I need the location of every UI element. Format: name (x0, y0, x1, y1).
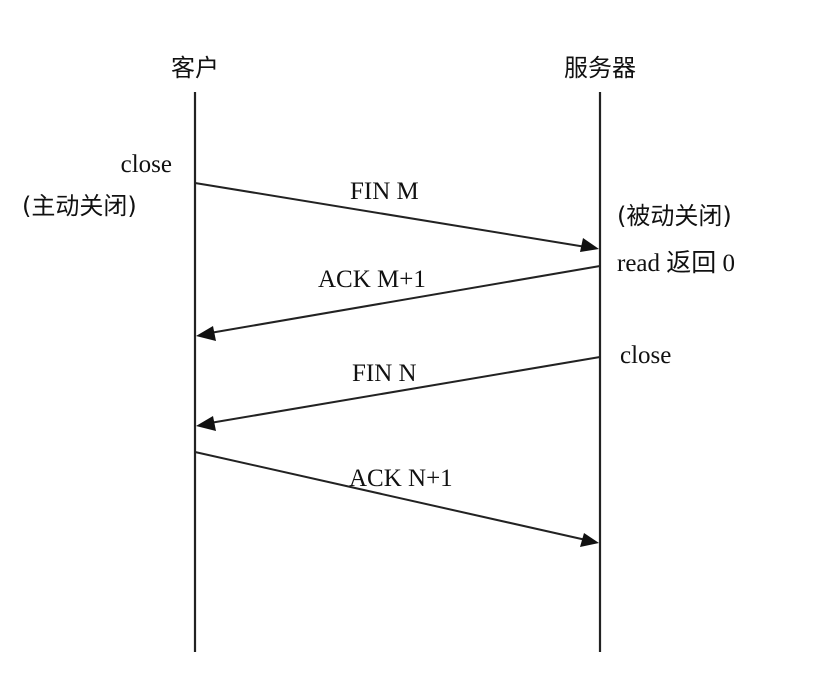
client-participant-label: 客户 (171, 54, 219, 82)
arrow-right-icon (580, 533, 599, 547)
message-ack-n1-label: ACK N+1 (349, 465, 453, 492)
server-read-returns-note: read 返回 0 (617, 249, 735, 277)
message-ack-m1-label: ACK M+1 (318, 266, 426, 293)
message-fin-n-label: FIN N (352, 360, 417, 387)
message-ack-n1: ACK N+1 (194, 451, 599, 547)
message-fin-n: FIN N (196, 356, 601, 431)
tcp-close-sequence-diagram: 客户 服务器 close (主动关闭) (被动关闭) read 返回 0 clo… (22, 54, 735, 652)
server-passive-close-note: (被动关闭) (617, 202, 732, 230)
client-active-close-note: (主动关闭) (22, 192, 137, 220)
arrow-left-icon (196, 416, 216, 431)
message-ack-m1: ACK M+1 (196, 265, 601, 341)
message-fin-m-label: FIN M (350, 178, 419, 205)
client-close-note: close (121, 151, 172, 178)
arrow-right-icon (580, 238, 599, 252)
server-participant-label: 服务器 (564, 54, 636, 82)
server-close-note: close (620, 342, 671, 369)
message-fin-m: FIN M (194, 178, 599, 252)
arrow-left-icon (196, 326, 216, 341)
